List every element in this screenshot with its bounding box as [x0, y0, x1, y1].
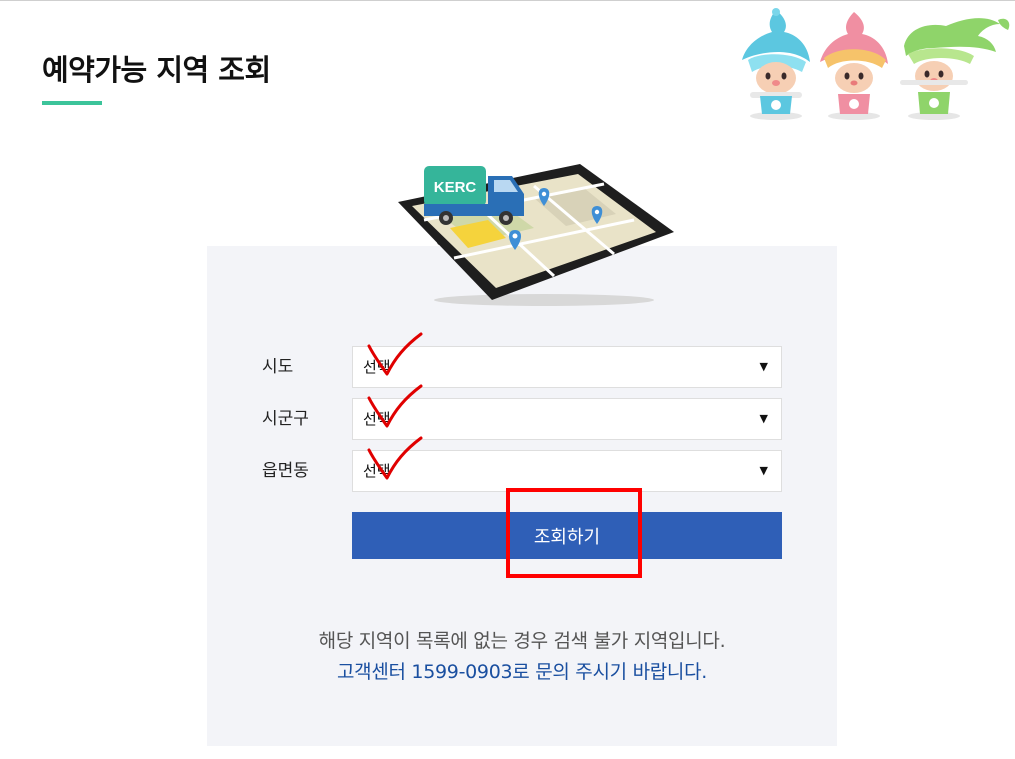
- eupmyeondong-select[interactable]: 선택 ▼: [352, 450, 782, 492]
- caret-down-icon: ▼: [759, 464, 768, 477]
- form-row-sido: 시도 선택 ▼: [262, 332, 782, 388]
- eupmyeondong-label: 읍면동: [262, 461, 309, 481]
- sigungu-select[interactable]: 선택 ▼: [352, 398, 782, 440]
- customer-center-notice: 고객센터 1599-0903로 문의 주시기 바랍니다.: [336, 661, 708, 683]
- form-row-sigungu: 시군구 선택 ▼: [262, 384, 782, 440]
- top-divider: [0, 0, 1015, 1]
- sigungu-selected-value: 선택: [363, 410, 391, 428]
- tablet-map-illustration: KERC: [398, 164, 674, 306]
- sido-selected-value: 선택: [363, 358, 391, 376]
- eupmyeondong-selected-value: 선택: [363, 462, 391, 480]
- mascot-characters-illustration: [742, 8, 1010, 120]
- page-title: 예약가능 지역 조회: [42, 53, 271, 87]
- blue-mascot: [742, 8, 810, 120]
- pink-mascot: [820, 12, 888, 120]
- caret-down-icon: ▼: [759, 360, 768, 373]
- truck-brand-text: KERC: [434, 179, 477, 196]
- unavailable-region-notice: 해당 지역이 목록에 없는 경우 검색 불가 지역입니다.: [318, 630, 726, 652]
- caret-down-icon: ▼: [759, 412, 768, 425]
- green-mascot: [900, 18, 1010, 120]
- sigungu-label: 시군구: [262, 409, 309, 429]
- sido-label: 시도: [262, 357, 294, 377]
- title-underline: [42, 101, 102, 105]
- search-submit-button[interactable]: 조회하기: [352, 512, 782, 559]
- sido-select[interactable]: 선택 ▼: [352, 346, 782, 388]
- form-row-eupmyeondong: 읍면동 선택 ▼: [262, 436, 782, 492]
